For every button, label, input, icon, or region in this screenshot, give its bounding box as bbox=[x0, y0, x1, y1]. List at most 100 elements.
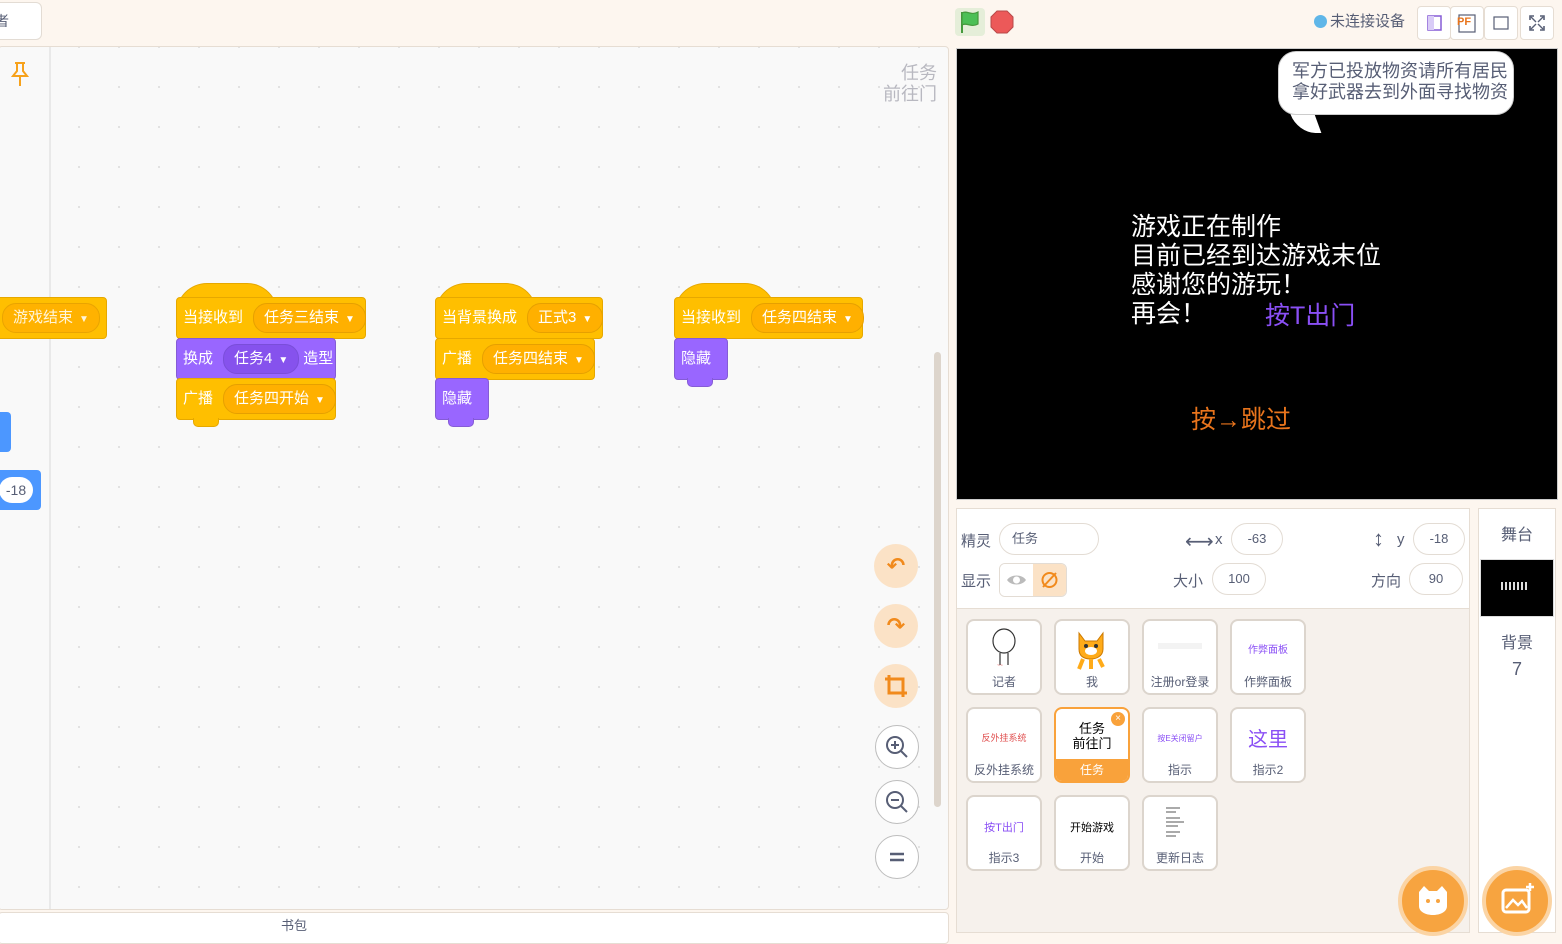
y-input[interactable]: -18 bbox=[1413, 523, 1465, 555]
svg-text:PF: PF bbox=[1457, 16, 1471, 28]
clean-up-button[interactable] bbox=[874, 664, 918, 708]
x-input[interactable]: -63 bbox=[1231, 523, 1283, 555]
direction-label: 方向 bbox=[1371, 573, 1402, 590]
sprite-label: 精灵 bbox=[961, 533, 992, 550]
zoom-reset-button[interactable] bbox=[875, 835, 919, 879]
when-backdrop-switches-hat-block[interactable]: 当背景换成 正式3 ▼ bbox=[435, 297, 604, 339]
partial-event-block[interactable]: 游戏结束 ▼ bbox=[0, 297, 107, 339]
zoom-out-icon bbox=[886, 791, 908, 813]
when-receive-hat-block[interactable]: 当接收到 任务三结束 ▼ bbox=[176, 297, 366, 339]
backpack-label: 书包 bbox=[281, 918, 308, 933]
press-t-exit-hint: 按T出门 bbox=[1265, 302, 1356, 330]
eye-icon bbox=[1007, 575, 1026, 585]
visibility-toggle bbox=[999, 563, 1067, 597]
green-flag-button[interactable] bbox=[955, 8, 985, 36]
zoom-in-icon bbox=[886, 736, 908, 758]
sprite-info-panel: 精灵 任务 ⟷ x -63 ↕ y -18 显示 大小 100 方向 90 bbox=[956, 508, 1470, 612]
show-button[interactable] bbox=[1000, 564, 1033, 596]
sprite-tile[interactable]: 这里 指示2 bbox=[1230, 707, 1306, 783]
size-label: 大小 bbox=[1173, 573, 1204, 590]
code-workspace[interactable]: 任务 前往门 游戏结束 ▼ -18 当接收到 任务三结束 ▼ 换成 任务4 ▼ 造型 广播任… bbox=[0, 46, 949, 910]
green-flag-icon bbox=[961, 10, 979, 33]
when-receive-hat-block[interactable]: 当接收到 任务四结束 ▼ bbox=[674, 297, 864, 339]
choose-sprite-button[interactable] bbox=[1398, 866, 1468, 936]
hide-button[interactable] bbox=[1033, 564, 1066, 596]
sprite-tile[interactable]: 按T出门 指示3 bbox=[966, 795, 1042, 871]
pdf-button[interactable]: PF bbox=[1450, 6, 1484, 40]
sprite-tile[interactable]: 更新日志 bbox=[1142, 795, 1218, 871]
sprite-tile[interactable]: ~~ 记者 bbox=[966, 619, 1042, 695]
message-dropdown[interactable]: 任务四开始 ▼ bbox=[223, 384, 336, 415]
sprite-thumbnail bbox=[1144, 805, 1216, 850]
zoom-reset-icon bbox=[890, 852, 904, 862]
choose-backdrop-icon bbox=[1501, 883, 1534, 914]
stage-mode-icon bbox=[1493, 16, 1509, 30]
partial-motion-block[interactable]: -18 bbox=[0, 470, 41, 510]
speech-bubble: 军方已投放物资请所有居民 拿好武器去到外面寻找物资 bbox=[1278, 51, 1514, 115]
stage-title: 舞台 bbox=[1500, 527, 1533, 544]
costume-dropdown[interactable]: 任务4 ▼ bbox=[223, 344, 300, 375]
broadcast-block[interactable]: 广播 任务四结束 ▼ bbox=[435, 338, 595, 380]
pdf-icon: PF bbox=[1457, 14, 1476, 33]
sprite-tile[interactable]: 作弊面板 作弊面板 bbox=[1230, 619, 1306, 695]
show-label: 显示 bbox=[961, 573, 992, 590]
zoom-in-button[interactable] bbox=[875, 725, 919, 769]
press-arrow-skip-hint: 按→跳过 bbox=[1191, 406, 1292, 434]
choose-backdrop-button[interactable] bbox=[1482, 866, 1552, 936]
stage-mode-button[interactable] bbox=[1484, 6, 1518, 40]
connection-dot-icon bbox=[1314, 15, 1327, 28]
message-dropdown[interactable]: 任务三结束 ▼ bbox=[253, 303, 366, 334]
partial-motion-block[interactable] bbox=[0, 412, 11, 452]
sprite-name-input[interactable]: 任务 bbox=[999, 523, 1099, 555]
fullscreen-icon bbox=[1529, 15, 1545, 31]
sprite-thumbnail: ~~ bbox=[968, 627, 1040, 676]
redo-icon: ↷ bbox=[886, 613, 906, 638]
redo-button[interactable]: ↷ bbox=[874, 604, 918, 648]
sprite-tile[interactable]: 按E关闭留户 指示 bbox=[1142, 707, 1218, 783]
hide-block[interactable]: 隐藏 bbox=[674, 338, 728, 387]
stop-button[interactable] bbox=[990, 10, 1014, 34]
message-dropdown[interactable]: 游戏结束 ▼ bbox=[2, 303, 100, 334]
stage-thumbnail bbox=[1480, 559, 1554, 617]
eye-slash-icon bbox=[1041, 572, 1058, 588]
svg-text:~~: ~~ bbox=[997, 663, 1003, 669]
undo-icon: ↶ bbox=[886, 553, 906, 578]
stage-selector[interactable]: 舞台 背景 7 bbox=[1478, 508, 1556, 936]
undo-button[interactable]: ↶ bbox=[874, 544, 918, 588]
direction-input[interactable]: 90 bbox=[1409, 563, 1463, 595]
message-dropdown[interactable]: 任务四结束 ▼ bbox=[482, 344, 595, 375]
tab-stub[interactable]: 者 bbox=[0, 2, 42, 40]
current-sprite-label: 任务 前往门 bbox=[883, 63, 937, 104]
switch-costume-block[interactable]: 换成 任务4 ▼ 造型 bbox=[176, 338, 336, 380]
sprite-tile[interactable]: 我 bbox=[1054, 619, 1130, 695]
crop-icon bbox=[885, 675, 907, 697]
small-stage-button[interactable] bbox=[1417, 6, 1451, 40]
sprite-tile[interactable]: 开始游戏 开始 bbox=[1054, 795, 1130, 871]
vertical-scrollbar[interactable] bbox=[934, 352, 941, 807]
fullscreen-button[interactable] bbox=[1520, 6, 1554, 40]
pin-icon[interactable] bbox=[9, 61, 31, 93]
sprite-tile[interactable]: 注册or登录 bbox=[1142, 619, 1218, 695]
sprite-tile-selected[interactable]: 任务 前往门 × 任务 bbox=[1054, 707, 1130, 783]
stage-canvas[interactable]: 军方已投放物资请所有居民 拿好武器去到外面寻找物资 游戏正在制作 目前已经到达游… bbox=[956, 48, 1558, 500]
backdrop-label: 背景 bbox=[1500, 635, 1533, 652]
hide-block[interactable]: 隐藏 bbox=[435, 378, 489, 427]
sprite-thumbnail bbox=[1144, 643, 1216, 649]
delete-sprite-icon[interactable]: × bbox=[1111, 712, 1125, 726]
sprite-tile[interactable]: 反外挂系统 反外挂系统 bbox=[966, 707, 1042, 783]
sprite-list: ~~ 记者 我 注册or登录 作弊面板 作弊面板 反外挂系统 反外挂系统 任务前… bbox=[956, 608, 1470, 936]
stop-icon bbox=[990, 10, 1014, 34]
connection-status[interactable]: 未连接设备 bbox=[1314, 11, 1405, 33]
backdrop-count: 7 bbox=[1511, 659, 1522, 679]
message-dropdown[interactable]: 任务四结束 ▼ bbox=[751, 303, 864, 334]
backdrop-dropdown[interactable]: 正式3 ▼ bbox=[527, 303, 604, 334]
y-arrows-icon: ↕ bbox=[1373, 526, 1384, 551]
zoom-out-button[interactable] bbox=[875, 780, 919, 824]
backpack-bar[interactable]: 书包 bbox=[0, 912, 949, 944]
choose-sprite-icon bbox=[1419, 886, 1447, 915]
number-input[interactable]: -18 bbox=[0, 477, 33, 503]
broadcast-block[interactable]: 广播 任务四开始 ▼ bbox=[176, 378, 336, 427]
x-arrows-icon: ⟷ bbox=[1185, 531, 1214, 553]
size-input[interactable]: 100 bbox=[1212, 563, 1266, 595]
small-stage-icon bbox=[1427, 15, 1442, 31]
